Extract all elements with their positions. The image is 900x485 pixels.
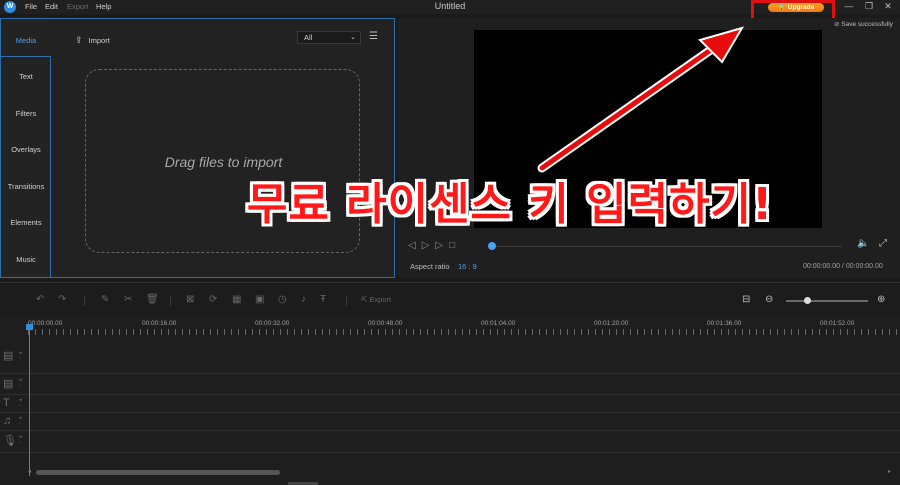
timeline-scrollbar[interactable] [36,470,280,475]
playhead[interactable] [29,326,30,476]
forward-icon[interactable]: ▷ [435,240,449,251]
ruler-label: 00:01:36.00 [707,320,742,327]
filter-value: All [304,33,313,42]
menu-export[interactable]: Export [67,2,89,11]
scissors-icon[interactable]: ✂ [124,294,132,305]
tab-media[interactable]: Media [1,36,51,45]
restore-button[interactable]: ❐ [863,1,875,12]
toolbar-divider [84,296,85,306]
list-view-icon[interactable]: ☰ [369,31,378,42]
timeline: 00:00:00.00 00:00:16.00 00:00:32.00 00:0… [0,316,900,485]
zoom-in-icon[interactable]: ⊕ [877,294,885,305]
pip-track-icon: ▤ [3,378,14,390]
tab-text[interactable]: Text [1,72,51,81]
import-button[interactable]: ⇪ Import [75,35,110,46]
speed-icon[interactable]: ◷ [278,294,287,305]
microphone-track-icon: 🎙 [3,435,17,447]
track-mute-lock-icon[interactable]: ◂ ▫ [19,377,22,389]
aspect-ratio-label: Aspect ratio [410,262,450,271]
menu-help[interactable]: Help [96,2,111,11]
fit-timeline-icon[interactable]: ⊟ [742,294,750,305]
menu-file[interactable]: File [25,2,37,11]
ruler-label: 00:00:00.00 [28,320,63,327]
media-filter-select[interactable]: All ⌄ [297,31,361,44]
playback-controls: ◁▷▷□ [408,240,461,251]
side-tab-strip: Media Text Filters Overlays Transitions … [1,19,51,277]
ruler-ticks [28,329,900,335]
close-button[interactable]: ✕ [882,1,894,12]
text-track-icon: T [3,397,10,409]
mosaic-icon[interactable]: ▦ [232,294,241,305]
video-track[interactable]: ▤ ◂ ▫ [0,340,900,374]
track-mute-lock-icon[interactable]: ◂ ▫ [19,350,22,362]
crop-icon[interactable]: ⊠ [186,294,194,305]
music-track-icon: ♫ [3,415,12,427]
text-track[interactable]: T ◂ ▫ [0,395,900,413]
minimize-button[interactable]: — [843,1,855,11]
timeline-zoom-slider[interactable] [786,300,868,302]
export-button[interactable]: ⇱ Export [361,295,391,304]
tab-music[interactable]: Music [1,255,51,264]
play-icon[interactable]: ▷ [422,240,436,251]
seek-handle[interactable] [488,242,496,250]
rewind-icon[interactable]: ◁ [408,240,422,251]
check-circle-icon: ⊘ [834,21,840,28]
tab-list-frame [1,56,51,277]
scroll-right-icon[interactable]: ▸ [888,468,891,475]
preview-canvas [474,30,822,228]
timeline-zoom-handle[interactable] [804,297,811,304]
fullscreen-icon[interactable]: ⤢ [879,238,887,249]
video-track-icon: ▤ [3,350,14,362]
track-mute-lock-icon[interactable]: ◂ ▫ [19,415,22,427]
track-mute-lock-icon[interactable]: ◂ ▫ [19,397,22,409]
trash-icon[interactable]: 🗑 [146,294,159,305]
ruler-label: 00:00:48.00 [368,320,403,327]
time-ruler[interactable]: 00:00:00.00 00:00:16.00 00:00:32.00 00:0… [28,316,900,340]
tab-transitions[interactable]: Transitions [1,182,51,191]
import-icon: ⇪ [75,35,83,45]
chevron-down-icon: ⌄ [350,34,356,41]
drop-zone-text: Drag files to import [164,154,283,170]
ruler-label: 00:00:16.00 [142,320,177,327]
ruler-label: 00:01:04.00 [481,320,516,327]
scroll-left-icon[interactable]: ◂ [28,468,31,475]
menu-edit[interactable]: Edit [45,2,58,11]
redo-icon[interactable]: ↷ [58,294,66,305]
aspect-ratio-value[interactable]: 16 : 9 [458,262,477,271]
tab-filters[interactable]: Filters [1,109,51,118]
stop-icon[interactable]: □ [449,240,461,251]
seek-bar[interactable] [492,246,842,247]
tab-elements[interactable]: Elements [1,218,51,227]
ruler-label: 00:00:32.00 [255,320,290,327]
rotate-icon[interactable]: ⟳ [209,294,217,305]
ruler-label: 00:01:52.00 [820,320,855,327]
zoom-out-icon[interactable]: ⊖ [765,294,773,305]
media-library-panel: Media Text Filters Overlays Transitions … [0,18,395,278]
ruler-label: 00:01:20.00 [594,320,629,327]
toolbar-divider [346,296,347,306]
export-label: Export [369,295,392,304]
preview-panel: ⊘ Save successfully ◁▷▷□ Aspect ratio 16… [398,18,900,278]
tab-overlays[interactable]: Overlays [1,145,51,154]
volume-icon[interactable]: 🔈 [857,238,869,249]
app-logo: W [4,1,16,13]
playback-timecode: 00:00:00.00 / 00:00:00.00 [803,263,883,270]
track-mute-lock-icon[interactable]: ◂ ▫ [19,434,22,446]
voice-track[interactable]: 🎙 ◂ ▫ [0,431,900,453]
toolbar-divider [170,296,171,306]
export-icon: ⇱ [361,295,368,304]
microphone-icon[interactable]: ♪ [301,294,306,305]
editor-toolbar: ↶ ↷ ✎ ✂ 🗑 ⊠ ⟳ ▦ ▣ ◷ ♪ Ŧ ⇱ Export ⊟ ⊖ ⊕ [0,282,900,316]
text-to-speech-icon[interactable]: Ŧ [320,294,326,305]
music-track[interactable]: ♫ ◂ ▫ [0,413,900,431]
save-status: ⊘ Save successfully [834,20,893,28]
freeze-frame-icon[interactable]: ▣ [255,294,264,305]
save-status-text: Save successfully [841,21,893,28]
edit-pencil-icon[interactable]: ✎ [101,294,109,305]
pip-track[interactable]: ▤ ◂ ▫ [0,374,900,395]
undo-icon[interactable]: ↶ [36,294,44,305]
import-label: Import [88,36,110,45]
file-drop-zone[interactable]: Drag files to import [85,69,360,253]
